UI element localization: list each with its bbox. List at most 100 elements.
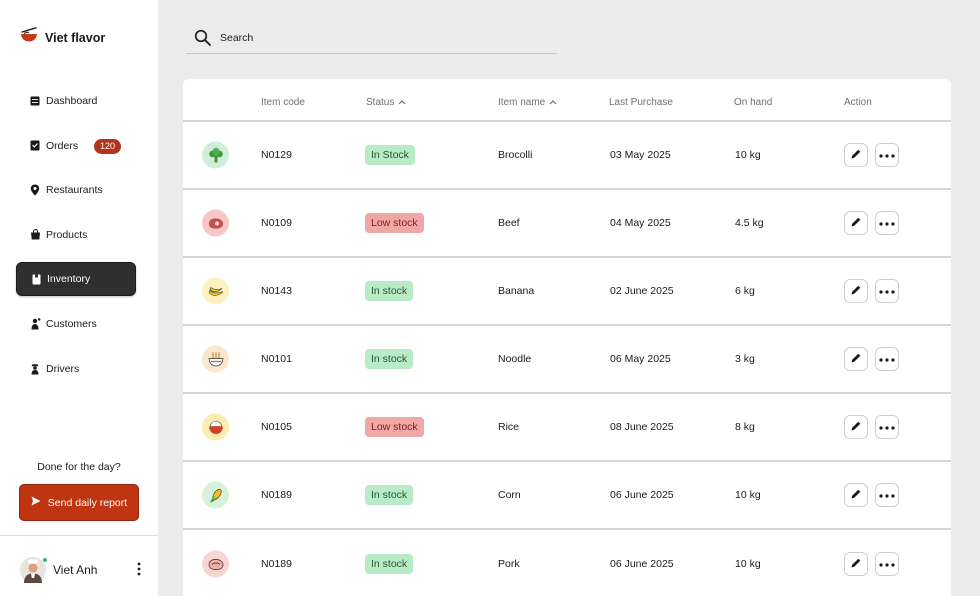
header-item-name[interactable]: Item name <box>498 97 557 108</box>
driver-icon <box>29 363 41 375</box>
on-hand-quantity: 10 kg <box>735 558 761 570</box>
orders-icon <box>29 140 41 152</box>
item-code: N0143 <box>261 285 292 297</box>
send-icon <box>31 496 41 509</box>
noodle-icon <box>202 345 229 373</box>
item-name: Brocolli <box>498 149 533 161</box>
table-row[interactable]: N0143 In stock Banana 02 June 2025 6 kg <box>183 258 951 326</box>
edit-button[interactable] <box>844 483 868 507</box>
item-code: N0109 <box>261 217 292 229</box>
more-options-button[interactable] <box>875 143 899 167</box>
sidebar-item-customers[interactable]: Customers <box>16 307 136 341</box>
header-last-purchase[interactable]: Last Purchase <box>609 97 673 108</box>
item-name: Banana <box>498 285 535 297</box>
more-options-button[interactable] <box>875 279 899 303</box>
more-options-button[interactable] <box>875 347 899 371</box>
on-hand-quantity: 8 kg <box>735 421 755 433</box>
more-horizontal-icon <box>879 285 895 297</box>
last-purchase-date: 06 June 2025 <box>610 558 674 570</box>
header-label: Item name <box>498 97 546 108</box>
rice-icon <box>202 413 229 441</box>
on-hand-quantity: 10 kg <box>735 149 761 161</box>
status-badge: Low stock <box>365 213 424 233</box>
user-name: Viet Anh <box>53 563 98 577</box>
brand-name: Viet flavor <box>45 30 106 45</box>
sidebar-nav: Dashboard Orders 120 Restaurants Product… <box>16 84 136 396</box>
table-row[interactable]: N0189 In stock Pork 06 June 2025 10 kg <box>183 530 951 596</box>
sidebar-item-label: Drivers <box>46 362 80 375</box>
sidebar-item-orders[interactable]: Orders 120 <box>16 129 136 163</box>
pencil-icon <box>850 557 862 572</box>
status-badge: In stock <box>365 281 414 301</box>
sidebar-item-dashboard[interactable]: Dashboard <box>16 84 136 118</box>
on-hand-quantity: 4.5 kg <box>735 217 764 229</box>
table-row[interactable]: N0101 In stock Noodle 06 May 2025 3 kg <box>183 326 951 394</box>
beef-icon <box>202 209 229 237</box>
corn-icon <box>202 481 229 509</box>
item-code: N0101 <box>261 353 292 365</box>
customer-icon <box>29 318 41 330</box>
last-purchase-date: 04 May 2025 <box>610 217 671 229</box>
header-action: Action <box>844 97 872 108</box>
banana-icon <box>202 277 229 305</box>
item-name: Noodle <box>498 353 532 365</box>
pencil-icon <box>850 284 862 299</box>
more-horizontal-icon <box>879 489 895 501</box>
status-badge: In stock <box>365 349 414 369</box>
item-code: N0129 <box>261 149 292 161</box>
table-row[interactable]: N0105 Low stock Rice 08 June 2025 8 kg <box>183 394 951 462</box>
more-horizontal-icon <box>879 421 895 433</box>
last-purchase-date: 02 June 2025 <box>610 285 674 297</box>
sort-asc-icon <box>549 97 557 108</box>
shopping-bag-icon <box>29 229 41 241</box>
more-options-button[interactable] <box>875 552 899 576</box>
more-options-button[interactable] <box>875 211 899 235</box>
sidebar-item-label: Restaurants <box>46 184 103 197</box>
header-label: Action <box>844 97 872 108</box>
sidebar-item-restaurants[interactable]: Restaurants <box>16 173 136 207</box>
inventory-icon <box>30 273 42 285</box>
dashboard-icon <box>29 95 41 107</box>
pork-icon <box>202 550 229 578</box>
last-purchase-date: 06 June 2025 <box>610 489 674 501</box>
brand[interactable]: Viet flavor <box>20 27 105 48</box>
table-header: Item code Status Item name Last Purchase… <box>183 79 951 122</box>
edit-button[interactable] <box>844 143 868 167</box>
sidebar-item-inventory[interactable]: Inventory <box>16 262 136 297</box>
sidebar-item-label: Dashboard <box>46 95 98 107</box>
edit-button[interactable] <box>844 347 868 371</box>
send-daily-report-button[interactable]: Send daily report <box>19 484 139 521</box>
header-status[interactable]: Status <box>366 97 406 108</box>
search-input[interactable] <box>220 31 520 44</box>
edit-button[interactable] <box>844 415 868 439</box>
edit-button[interactable] <box>844 211 868 235</box>
location-pin-icon <box>29 184 41 196</box>
table-row[interactable]: N0109 Low stock Beef 04 May 2025 4.5 kg <box>183 190 951 258</box>
header-label: Item code <box>261 97 305 108</box>
header-on-hand[interactable]: On hand <box>734 97 772 108</box>
more-options-button[interactable] <box>875 415 899 439</box>
pencil-icon <box>850 216 862 231</box>
sidebar-divider <box>0 535 158 536</box>
header-item-code[interactable]: Item code <box>261 97 305 108</box>
search-bar[interactable] <box>186 22 557 54</box>
orders-count-badge: 120 <box>94 138 122 154</box>
header-label: Status <box>366 97 395 108</box>
header-label: On hand <box>734 97 773 108</box>
send-daily-report-label: Send daily report <box>47 496 128 509</box>
sidebar-item-drivers[interactable]: Drivers <box>16 352 136 386</box>
more-options-button[interactable] <box>875 483 899 507</box>
sidebar-item-products[interactable]: Products <box>16 218 136 252</box>
more-vertical-icon[interactable] <box>136 561 142 577</box>
sort-asc-icon <box>398 97 406 108</box>
more-horizontal-icon <box>879 558 895 570</box>
table-row[interactable]: N0129 In Stock Brocolli 03 May 2025 10 k… <box>183 122 951 190</box>
avatar[interactable] <box>20 557 48 583</box>
user-profile[interactable]: Viet Anh <box>20 555 148 585</box>
bowl-logo-icon <box>20 27 38 48</box>
last-purchase-date: 03 May 2025 <box>610 149 671 161</box>
table-row[interactable]: N0189 In stock Corn 06 June 2025 10 kg <box>183 462 951 530</box>
pencil-icon <box>850 352 862 367</box>
edit-button[interactable] <box>844 279 868 303</box>
edit-button[interactable] <box>844 552 868 576</box>
